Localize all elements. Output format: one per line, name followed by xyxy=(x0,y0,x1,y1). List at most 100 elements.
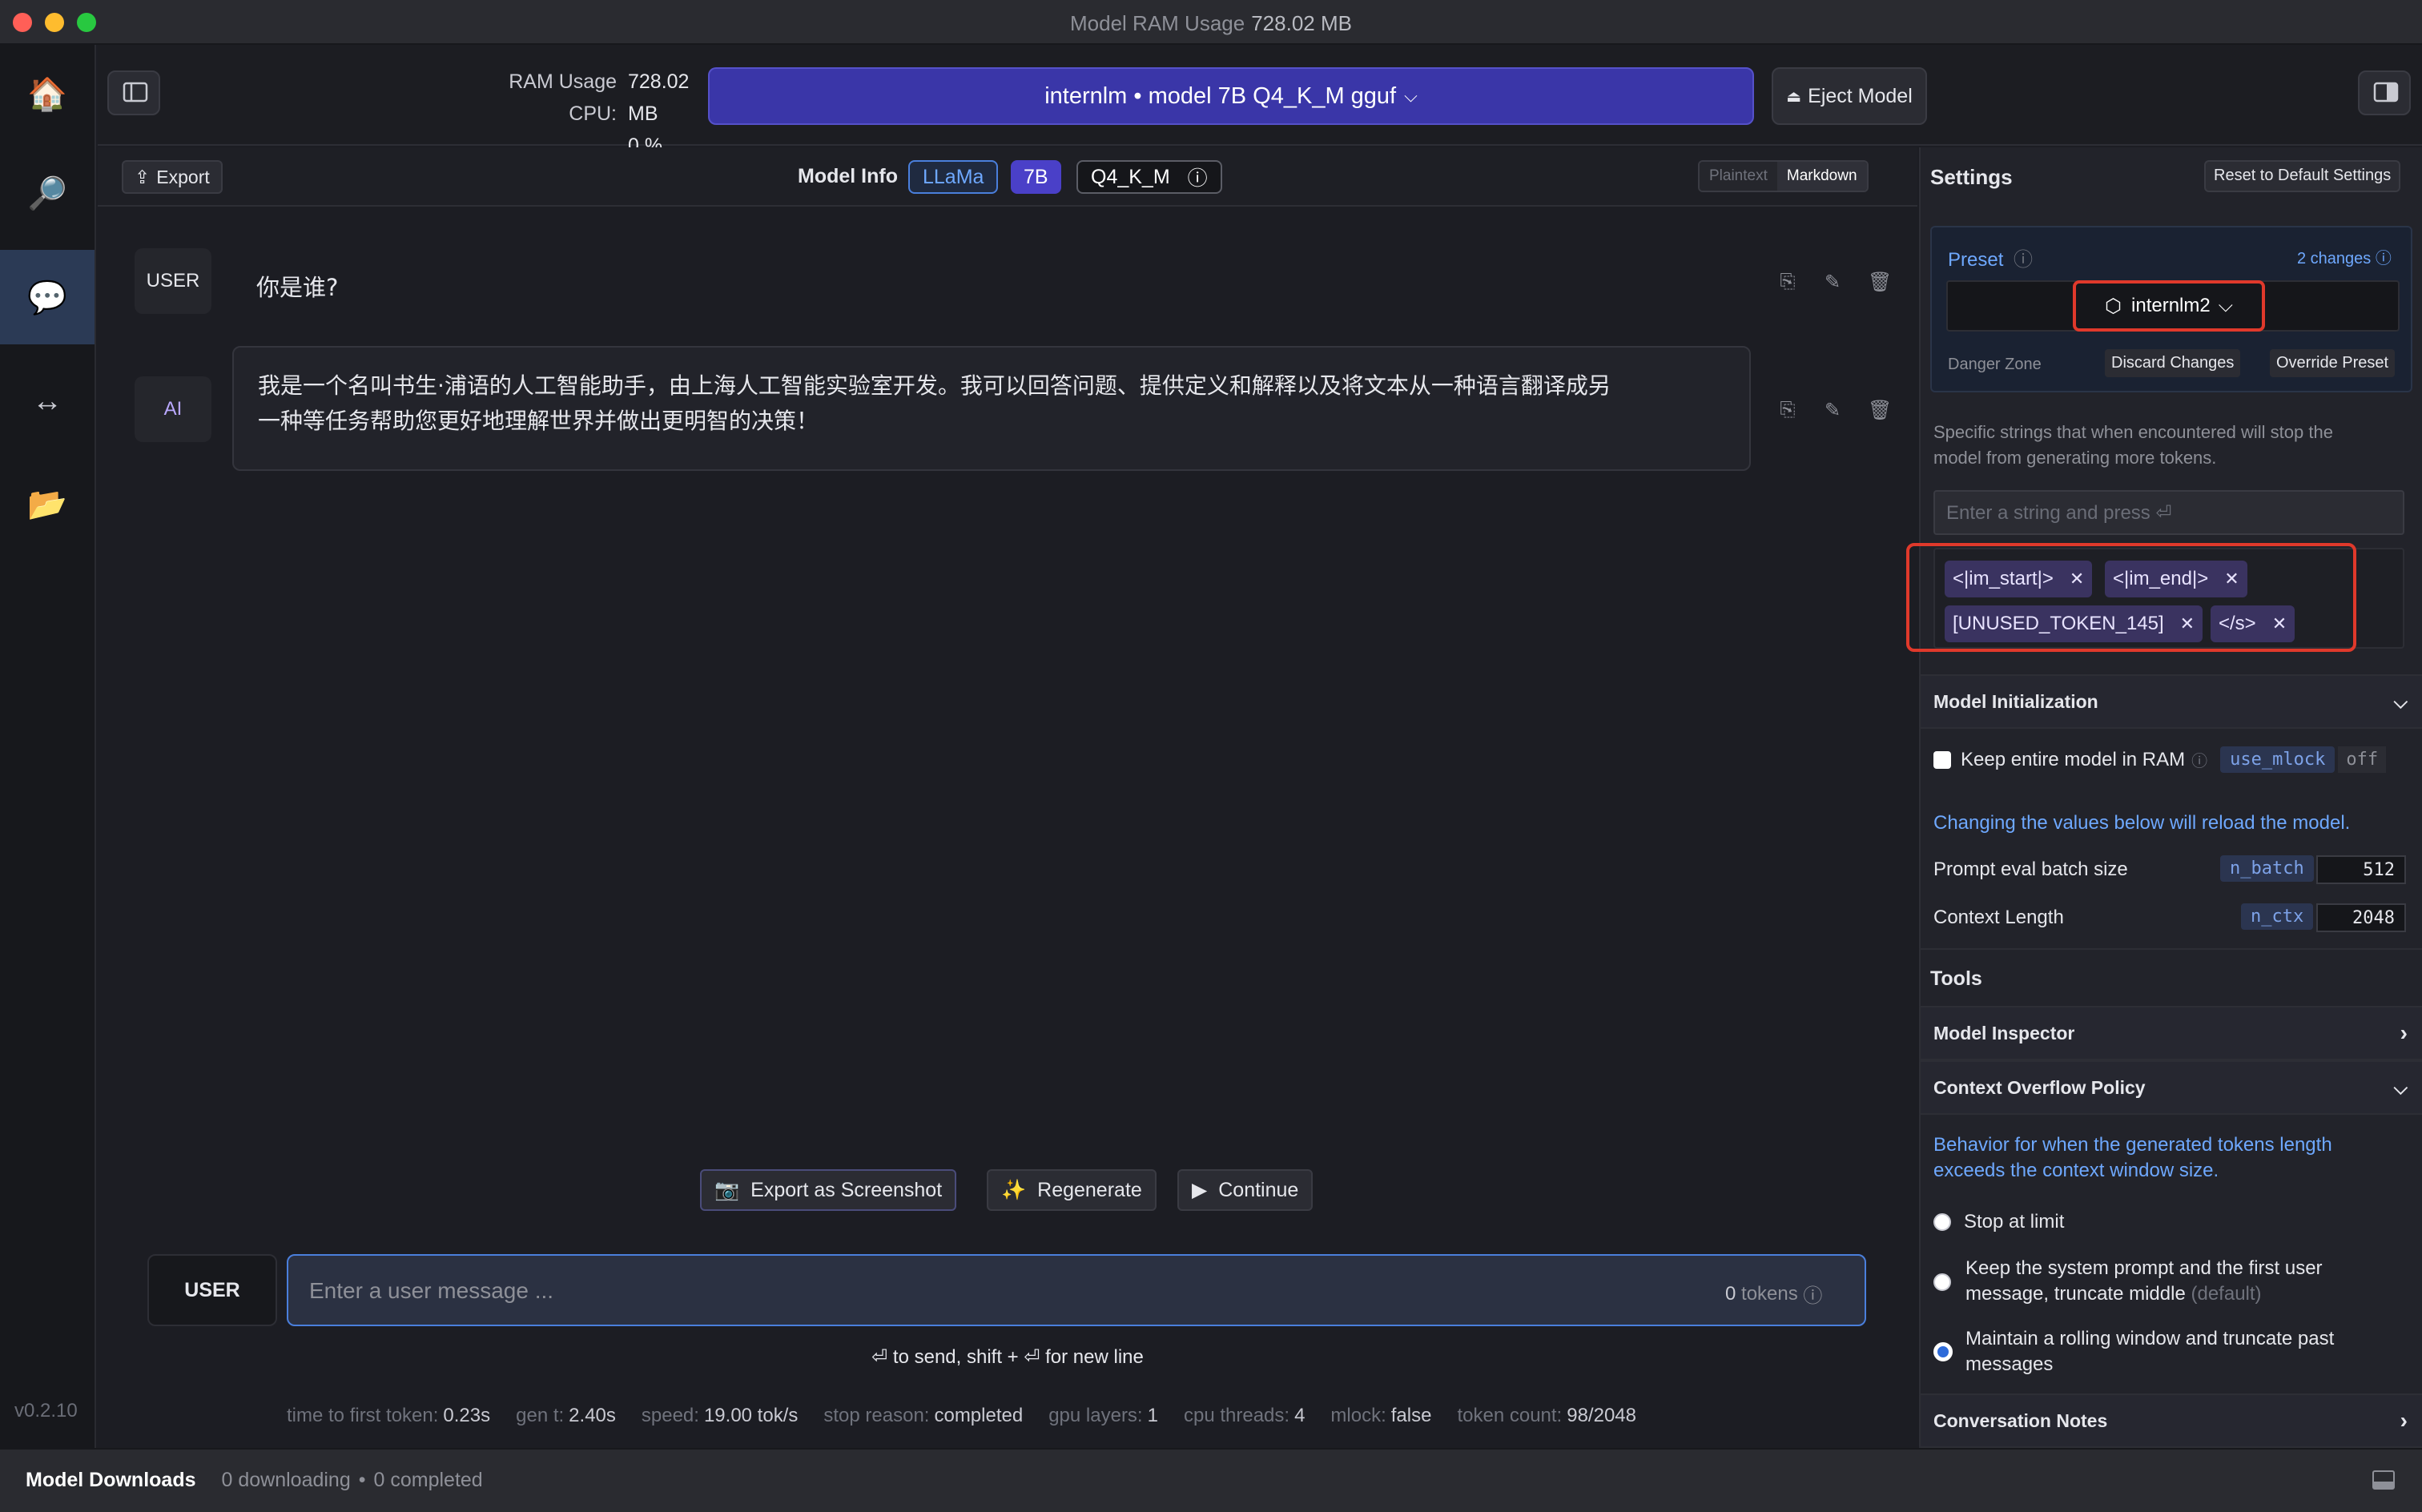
regenerate-button[interactable]: ✨ Regenerate xyxy=(987,1169,1157,1211)
copy-icon[interactable]: ⎘ xyxy=(1778,399,1797,420)
close-icon[interactable]: ✕ xyxy=(2180,613,2195,634)
eject-icon: ⏏ xyxy=(1786,87,1802,106)
stat-label: mlock: xyxy=(1330,1405,1386,1426)
send-hint: ⏎ to send, shift + ⏎ for new line xyxy=(871,1346,1144,1368)
search-icon[interactable]: 🔎 xyxy=(0,146,95,240)
model-selector[interactable]: internlm • model 7B Q4_K_M gguf ⌵ xyxy=(708,67,1754,125)
context-length-label: Context Length xyxy=(1933,907,2064,928)
settings-panel: Settings Reset to Default Settings Prese… xyxy=(1906,147,2422,1448)
context-overflow-header[interactable]: Context Overflow Policy ⌵ xyxy=(1921,1060,2422,1115)
preset-label-text: Preset xyxy=(1948,249,2004,271)
preset-dropdown[interactable]: ⬡ internlm2 ⌵ xyxy=(2073,280,2265,332)
ai-role-badge: AI xyxy=(135,376,211,442)
stat-label: gpu layers: xyxy=(1048,1405,1143,1426)
eject-model-button[interactable]: ⏏ Eject Model xyxy=(1772,67,1927,125)
stat-item: time to first token: 0.23s xyxy=(287,1405,490,1427)
overflow-option-rolling-window[interactable]: Maintain a rolling window and truncate p… xyxy=(1933,1326,2406,1377)
overflow-option-truncate-middle[interactable]: Keep the system prompt and the first use… xyxy=(1933,1256,2406,1307)
radio-button-selected[interactable] xyxy=(1933,1342,1953,1361)
preset-changes[interactable]: 2 changes ⓘ xyxy=(2297,245,2392,268)
play-icon: ▶ xyxy=(1192,1179,1208,1201)
top-bar: RAM Usage CPU: 728.02 MB 0 % internlm • … xyxy=(98,45,2422,157)
info-icon: ⓘ xyxy=(1803,1285,1823,1307)
stop-string-input[interactable]: Enter a string and press ⏎ xyxy=(1933,490,2404,535)
user-message-text: 你是谁? xyxy=(256,274,339,301)
keep-in-ram-label: Keep entire model in RAM xyxy=(1961,748,2186,770)
toggle-sidebar-button[interactable] xyxy=(107,70,160,115)
message-input-placeholder: Enter a user message ... xyxy=(309,1278,554,1303)
reset-defaults-button[interactable]: Reset to Default Settings xyxy=(2204,160,2401,192)
token-counter: 0 tokens ⓘ xyxy=(1725,1280,1822,1308)
toggle-settings-panel-button[interactable] xyxy=(2358,70,2411,115)
option-label: message, truncate middle xyxy=(1965,1283,2186,1305)
sidebar-icon xyxy=(123,82,148,103)
override-preset-button[interactable]: Override Preset xyxy=(2270,349,2396,377)
overflow-option-stop[interactable]: Stop at limit xyxy=(1933,1211,2064,1233)
stat-value: 98/2048 xyxy=(1567,1405,1636,1426)
arrows-icon[interactable]: ↔ xyxy=(0,354,95,448)
stat-label: time to first token: xyxy=(287,1405,439,1426)
sparkle-icon: ✨ xyxy=(1001,1178,1027,1201)
preset-card: Preset ⓘ 2 changes ⓘ ⬡ internlm2 ⌵ Danger … xyxy=(1930,226,2412,392)
right-panel-icon xyxy=(2373,82,2399,103)
window-title-label: Model RAM Usage xyxy=(1070,11,1245,35)
stat-value: 19.00 tok/s xyxy=(703,1405,799,1426)
export-button[interactable]: ⇪ Export xyxy=(122,160,223,194)
stat-label: token count: xyxy=(1457,1405,1563,1426)
radio-button[interactable] xyxy=(1933,1213,1951,1231)
stop-string-label: <|im_end|> xyxy=(2113,568,2209,589)
folder-icon[interactable]: 📂 xyxy=(0,456,95,551)
composer-role-selector[interactable]: USER xyxy=(147,1254,277,1326)
home-icon[interactable]: 🏠 xyxy=(0,46,95,141)
generation-stats: time to first token: 0.23s gen t: 2.40s spee… xyxy=(287,1405,1636,1427)
context-length-input[interactable]: 2048 xyxy=(2316,903,2406,932)
chat-header: ⇪ Export Model Info LLaMa 7B Q4_K_M ⓘ Plai… xyxy=(98,147,1917,207)
discard-changes-button[interactable]: Discard Changes xyxy=(2105,349,2241,377)
close-icon[interactable]: ✕ xyxy=(2224,569,2239,589)
model-downloads-bar[interactable]: Model Downloads 0 downloading • 0 comple… xyxy=(0,1448,2422,1512)
size-tag: 7B xyxy=(1011,160,1061,194)
plaintext-tab[interactable]: Plaintext xyxy=(1700,162,1777,191)
model-inspector-header[interactable]: Model Inspector › xyxy=(1921,1006,2422,1060)
export-screenshot-button[interactable]: 📷 Export as Screenshot xyxy=(700,1169,957,1211)
stat-item: cpu threads: 4 xyxy=(1184,1405,1305,1427)
message-input[interactable]: Enter a user message ... 0 tokens ⓘ xyxy=(287,1254,1866,1326)
overflow-description: Behavior for when the generated tokens l… xyxy=(1933,1132,2332,1184)
edit-icon[interactable]: ✎ xyxy=(1823,271,1842,293)
stat-item: gen t: 2.40s xyxy=(516,1405,616,1427)
preset-changes-label: 2 changes xyxy=(2297,250,2372,267)
stop-string-chip: <|im_end|> ✕ xyxy=(2105,561,2247,597)
overflow-desc-line: exceeds the context window size. xyxy=(1933,1160,2219,1181)
stat-label: cpu threads: xyxy=(1183,1405,1290,1426)
downloading-count: 0 downloading xyxy=(221,1469,351,1491)
model-selector-label: internlm • model 7B Q4_K_M gguf xyxy=(1044,82,1397,109)
quant-tag[interactable]: Q4_K_M ⓘ xyxy=(1076,160,1222,194)
markdown-tab[interactable]: Markdown xyxy=(1776,162,1867,191)
chat-icon[interactable]: 💬 xyxy=(0,250,95,344)
tokens-label: tokens xyxy=(1741,1282,1798,1305)
info-icon: ⓘ xyxy=(1187,167,1208,190)
radio-button[interactable] xyxy=(1933,1273,1951,1291)
conversation-notes-header[interactable]: Conversation Notes › xyxy=(1921,1393,2422,1448)
close-icon[interactable]: ✕ xyxy=(2070,569,2084,589)
n-ctx-tag: n_ctx xyxy=(2241,903,2314,930)
stat-value: false xyxy=(1390,1405,1432,1426)
stat-value: 2.40s xyxy=(569,1405,616,1426)
stat-item: gpu layers: 1 xyxy=(1048,1405,1158,1427)
chevron-right-icon: › xyxy=(2400,1408,2408,1433)
batch-size-input[interactable]: 512 xyxy=(2316,855,2406,884)
app-version: v0.2.10 xyxy=(14,1400,78,1422)
keep-in-ram-checkbox[interactable] xyxy=(1933,750,1951,769)
chevron-down-icon: ⌵ xyxy=(2393,690,2408,712)
panel-toggle-icon[interactable] xyxy=(2372,1470,2395,1490)
delete-icon[interactable]: 🗑 xyxy=(1868,399,1892,421)
delete-icon[interactable]: 🗑 xyxy=(1868,271,1892,293)
default-note: (default) xyxy=(2191,1283,2262,1305)
model-initialization-header[interactable]: Model Initialization ⌵ xyxy=(1921,674,2422,729)
close-icon[interactable]: ✕ xyxy=(2272,613,2287,634)
edit-icon[interactable]: ✎ xyxy=(1823,399,1842,421)
info-icon: ⓘ xyxy=(2191,753,2208,770)
preset-value: internlm2 xyxy=(2131,295,2211,316)
continue-button[interactable]: ▶ Continue xyxy=(1177,1169,1314,1211)
copy-icon[interactable]: ⎘ xyxy=(1778,271,1797,292)
